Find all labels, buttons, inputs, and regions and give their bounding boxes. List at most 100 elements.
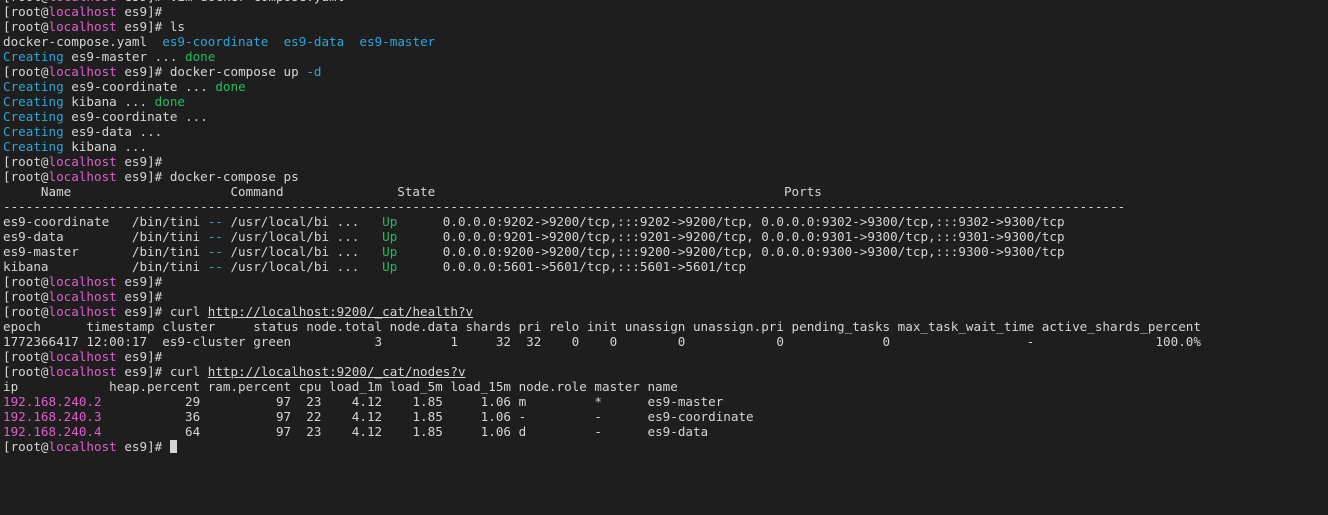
highlighted-text: es9-master bbox=[359, 34, 436, 49]
terminal-text: [root@ bbox=[3, 304, 49, 319]
terminal-window[interactable]: [root@localhost es9]# vim docker-compose… bbox=[0, 0, 1328, 515]
terminal-line: [root@localhost es9]# bbox=[3, 439, 1328, 454]
terminal-text: [root@ bbox=[3, 289, 49, 304]
status-text: Up bbox=[382, 229, 398, 244]
hostname-text: 192.168.240.2 bbox=[3, 394, 102, 409]
hostname-text: localhost bbox=[48, 4, 117, 19]
terminal-text: docker-compose.yaml bbox=[3, 34, 163, 49]
terminal-line: Creating es9-coordinate ... done bbox=[3, 79, 1328, 94]
terminal-text: es9-coordinate /bin/tini bbox=[3, 214, 208, 229]
terminal-text: es9]# curl bbox=[116, 364, 208, 379]
terminal-text: es9-coordinate ... bbox=[63, 79, 216, 94]
terminal-text: kibana ... bbox=[63, 139, 148, 154]
hostname-text: localhost bbox=[48, 64, 117, 79]
terminal-line: ----------------------------------------… bbox=[3, 199, 1328, 214]
terminal-text: [root@ bbox=[3, 439, 49, 454]
highlighted-text: -- bbox=[207, 244, 223, 259]
terminal-text: 29 97 23 4.12 1.85 1.06 m * es9-master bbox=[101, 394, 724, 409]
hostname-text: 192.168.240.4 bbox=[3, 424, 102, 439]
terminal-line: epoch timestamp cluster status node.tota… bbox=[3, 319, 1328, 334]
terminal-line: [root@localhost es9]# bbox=[3, 289, 1328, 304]
terminal-text: /usr/local/bi ... bbox=[222, 229, 383, 244]
terminal-text: [root@ bbox=[3, 154, 49, 169]
terminal-text: /usr/local/bi ... bbox=[222, 214, 383, 229]
terminal-line: docker-compose.yaml es9-coordinate es9-d… bbox=[3, 34, 1328, 49]
hostname-text: localhost bbox=[48, 19, 117, 34]
terminal-line: [root@localhost es9]# docker-compose up … bbox=[3, 64, 1328, 79]
terminal-text: es9-master /bin/tini bbox=[3, 244, 208, 259]
hostname-text: localhost bbox=[48, 439, 117, 454]
terminal-text: 1772366417 12:00:17 es9-cluster green 3 … bbox=[3, 334, 1201, 349]
hostname-text: localhost bbox=[48, 304, 117, 319]
hostname-text: localhost bbox=[48, 154, 117, 169]
terminal-line: [root@localhost es9]# ls bbox=[3, 19, 1328, 34]
terminal-text: kibana /bin/tini bbox=[3, 259, 208, 274]
terminal-line: 1772366417 12:00:17 es9-cluster green 3 … bbox=[3, 334, 1328, 349]
url-link[interactable]: http://localhost:9200/_cat/health?v bbox=[208, 304, 473, 319]
highlighted-text: es9-data bbox=[283, 34, 345, 49]
terminal-text: 0.0.0.0:9200->9200/tcp,:::9200->9200/tcp… bbox=[397, 244, 1065, 259]
terminal-text: [root@ bbox=[3, 349, 49, 364]
highlighted-text: Creating bbox=[3, 124, 64, 139]
status-text: done bbox=[215, 79, 246, 94]
terminal-line: es9-coordinate /bin/tini -- /usr/local/b… bbox=[3, 214, 1328, 229]
hostname-text: localhost bbox=[48, 349, 117, 364]
terminal-text: Name Command State Ports bbox=[3, 184, 822, 199]
terminal-text: kibana ... bbox=[63, 94, 155, 109]
terminal-text: ----------------------------------------… bbox=[3, 199, 1126, 214]
terminal-line: Creating kibana ... bbox=[3, 139, 1328, 154]
terminal-line: [root@localhost es9]# docker-compose ps bbox=[3, 169, 1328, 184]
terminal-output: [root@localhost es9]# vim docker-compose… bbox=[3, 0, 1328, 454]
terminal-line: [root@localhost es9]# bbox=[3, 349, 1328, 364]
terminal-text: [root@ bbox=[3, 64, 49, 79]
highlighted-text: Creating bbox=[3, 94, 64, 109]
terminal-text: [root@ bbox=[3, 19, 49, 34]
terminal-text: es9]# bbox=[116, 4, 163, 19]
terminal-line: Creating es9-data ... bbox=[3, 124, 1328, 139]
terminal-text: /usr/local/bi ... bbox=[222, 244, 383, 259]
highlighted-text: Creating bbox=[3, 139, 64, 154]
status-text: done bbox=[154, 94, 186, 109]
terminal-text: es9-coordinate ... bbox=[63, 109, 208, 124]
status-text: Up bbox=[382, 214, 398, 229]
hostname-text: localhost bbox=[48, 364, 117, 379]
terminal-text: epoch timestamp cluster status node.tota… bbox=[3, 319, 1201, 334]
hostname-text: 192.168.240.3 bbox=[3, 409, 102, 424]
terminal-text: ip heap.percent ram.percent cpu load_1m … bbox=[3, 379, 678, 394]
highlighted-text: -- bbox=[207, 259, 223, 274]
text-cursor[interactable] bbox=[169, 440, 177, 453]
highlighted-text: Creating bbox=[3, 49, 64, 64]
terminal-line: 192.168.240.3 36 97 22 4.12 1.85 1.06 - … bbox=[3, 409, 1328, 424]
terminal-text: es9]# docker-compose ps bbox=[116, 169, 299, 184]
terminal-text: es9-data ... bbox=[63, 124, 163, 139]
status-text: done bbox=[185, 49, 216, 64]
terminal-text: 36 97 22 4.12 1.85 1.06 - - es9-coordina… bbox=[101, 409, 754, 424]
terminal-text: 64 97 23 4.12 1.85 1.06 d - es9-data bbox=[101, 424, 709, 439]
terminal-line: 192.168.240.4 64 97 23 4.12 1.85 1.06 d … bbox=[3, 424, 1328, 439]
hostname-text: localhost bbox=[48, 274, 117, 289]
terminal-line: [root@localhost es9]# bbox=[3, 274, 1328, 289]
terminal-text: es9]# docker-compose up bbox=[116, 64, 307, 79]
terminal-text: 0.0.0.0:9201->9200/tcp,:::9201->9200/tcp… bbox=[397, 229, 1065, 244]
terminal-text: es9]# bbox=[116, 349, 163, 364]
highlighted-text: -d bbox=[306, 64, 322, 79]
terminal-line: [root@localhost es9]# bbox=[3, 4, 1328, 19]
terminal-text: [root@ bbox=[3, 364, 49, 379]
terminal-text: 0.0.0.0:9202->9200/tcp,:::9202->9200/tcp… bbox=[397, 214, 1065, 229]
status-text: Up bbox=[382, 244, 398, 259]
terminal-line: Name Command State Ports bbox=[3, 184, 1328, 199]
highlighted-text: Creating bbox=[3, 79, 64, 94]
terminal-line: [root@localhost es9]# curl http://localh… bbox=[3, 304, 1328, 319]
highlighted-text: -- bbox=[207, 229, 223, 244]
highlighted-text: Creating bbox=[3, 109, 64, 124]
terminal-line: [root@localhost es9]# bbox=[3, 154, 1328, 169]
terminal-line: 192.168.240.2 29 97 23 4.12 1.85 1.06 m … bbox=[3, 394, 1328, 409]
terminal-line: es9-data /bin/tini -- /usr/local/bi ... … bbox=[3, 229, 1328, 244]
terminal-text: es9]# bbox=[116, 154, 163, 169]
terminal-text: es9]# ls bbox=[116, 19, 185, 34]
url-link[interactable]: http://localhost:9200/_cat/nodes?v bbox=[208, 364, 466, 379]
terminal-text: es9]# bbox=[116, 274, 163, 289]
terminal-text: es9]# bbox=[116, 439, 170, 454]
